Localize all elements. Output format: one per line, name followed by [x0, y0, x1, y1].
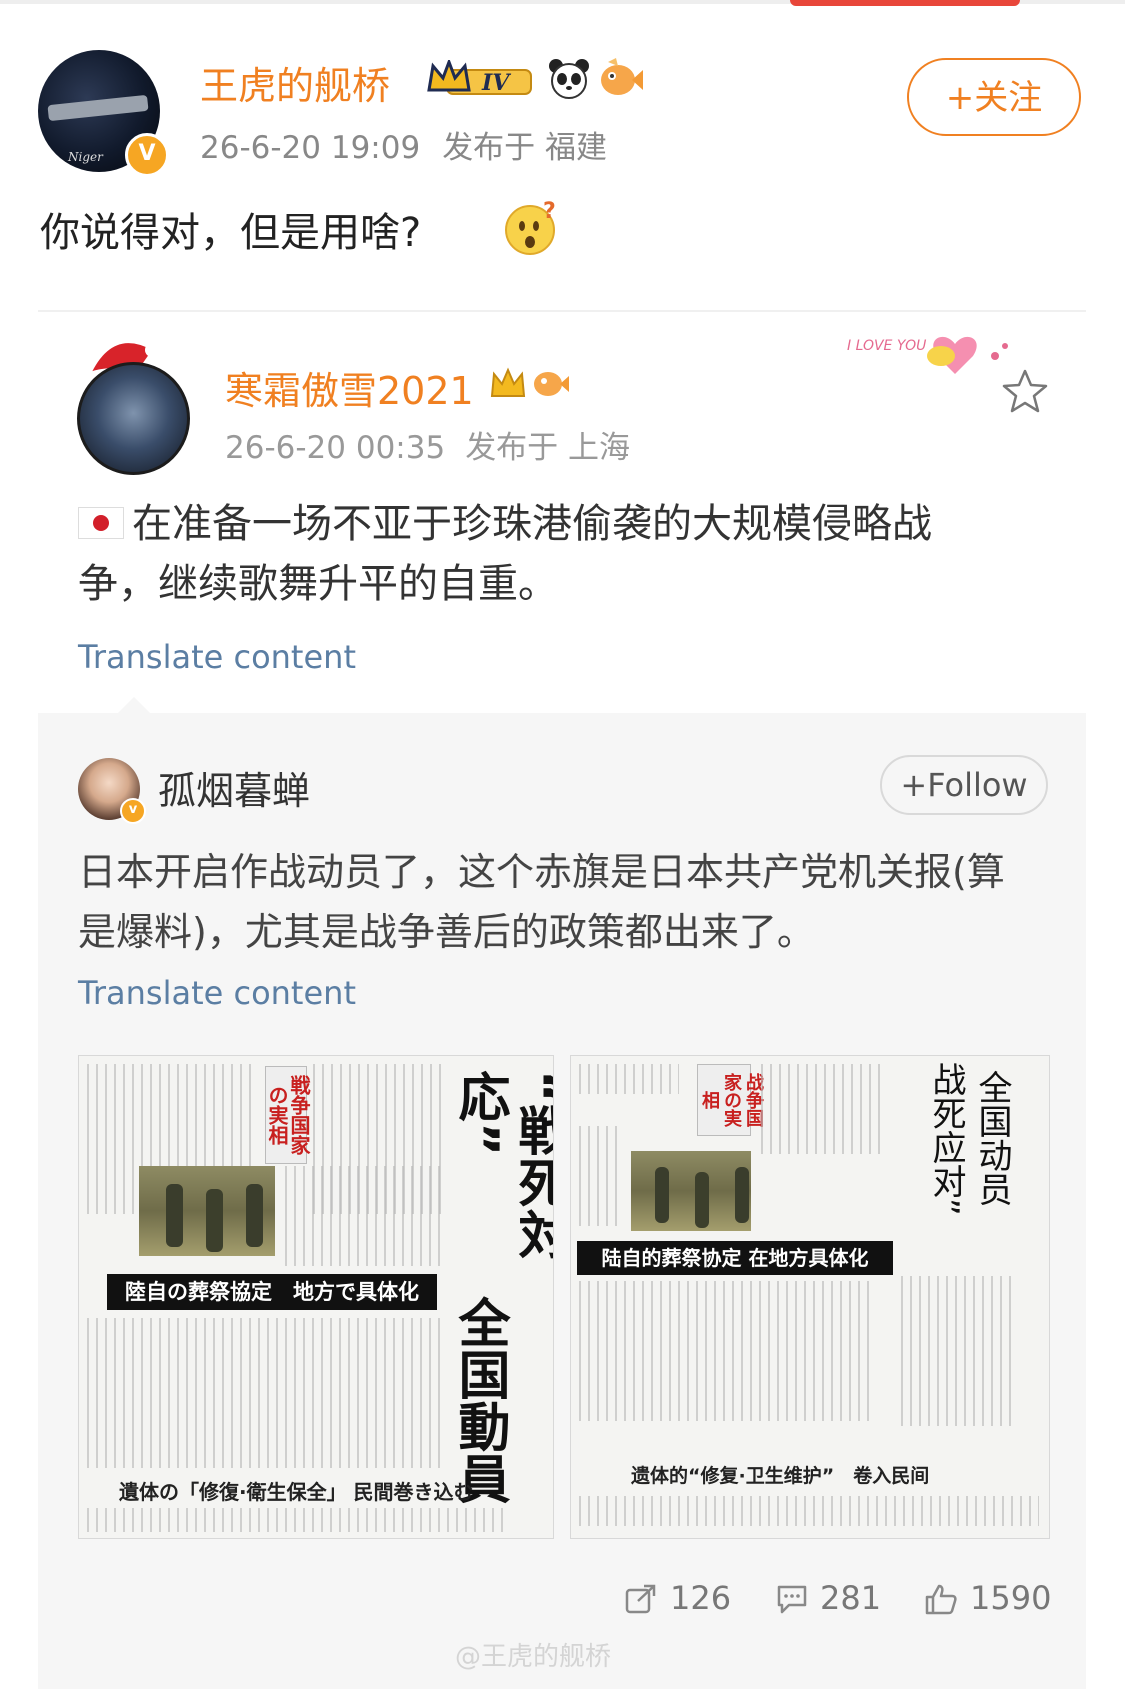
repost-translate-link[interactable]: Translate content: [78, 638, 356, 676]
post-meta: 26-6-20 19:09 发布于 福建: [200, 122, 607, 167]
quoted-text: 日本开启作战动员了，这个赤旗是日本共产党机关报(算是爆料)，尤其是战争善后的政策…: [78, 850, 1005, 954]
text-columns: [87, 1508, 507, 1532]
japan-flag-icon: [78, 507, 124, 539]
love-card-decoration: I LOVE YOU: [847, 336, 1008, 374]
vertical-headline: 战死应对”: [926, 1062, 966, 1216]
repost-count[interactable]: 126: [670, 1579, 731, 1617]
repost-meta: 26-6-20 00:35 发布于 上海: [225, 422, 630, 467]
post-timestamp: 26-6-20 19:09: [200, 130, 421, 166]
repost-location: 发布于 上海: [465, 430, 631, 466]
soldiers-photo: [139, 1166, 275, 1256]
text-columns: [87, 1318, 447, 1468]
author-name[interactable]: 王虎的舰桥: [200, 55, 390, 110]
repost-author-avatar[interactable]: [77, 362, 190, 475]
quoted-follow-button[interactable]: +Follow: [880, 755, 1048, 815]
quoted-verified-badge: v: [120, 798, 146, 824]
verified-badge: V: [125, 133, 169, 177]
panda-icon: [549, 59, 589, 99]
quoted-author-name[interactable]: 孤烟暮蝉: [158, 760, 310, 815]
soldiers-photo: [631, 1151, 751, 1231]
newspaper-caption: 遗体的“修复·卫生维护” 卷入民间: [631, 1465, 930, 1487]
text-columns: [579, 1126, 619, 1226]
top-red-indicator: [790, 0, 1020, 6]
quote-pointer: [118, 697, 150, 713]
love-deco-text: I LOVE YOU: [847, 338, 926, 354]
repost-badge-icons: [490, 367, 569, 397]
text-columns: [285, 1166, 445, 1266]
like-count[interactable]: 1590: [970, 1579, 1051, 1617]
headline-banner: 陆自的葬祭协定 在地方具体化: [577, 1241, 893, 1275]
repost-text: 在准备一场不亚于珍珠港偷袭的大规模侵略战争，继续歌舞升平的自重。: [78, 501, 932, 607]
avatar-ship-image: [47, 94, 149, 122]
comment-count[interactable]: 281: [820, 1579, 881, 1617]
text-columns: [761, 1064, 881, 1154]
repost-top-divider: [38, 310, 1086, 312]
text-columns: [901, 1276, 1011, 1426]
corner-label: 战争国家の実相: [699, 1073, 764, 1127]
corner-label-box: 战争国家の実相: [697, 1064, 764, 1136]
post-text: 你说得对，但是用啥?: [40, 210, 422, 256]
avatar-signature: Niger: [68, 150, 103, 164]
newspaper-caption: 遺体の「修復·衛生保全」 民間巻き込む: [119, 1480, 474, 1504]
text-columns: [579, 1496, 1039, 1526]
corner-label: 戦争国家の実相: [265, 1075, 311, 1155]
text-columns: [579, 1064, 679, 1094]
vertical-headline-2: 全国动员: [972, 1070, 1012, 1206]
headline-banner: 陸自の葬祭協定 地方で具体化: [107, 1274, 437, 1310]
repost-author-name[interactable]: 寒霜傲雪2021: [225, 360, 474, 415]
follow-button[interactable]: +关注: [907, 58, 1081, 136]
favorite-star-icon[interactable]: [1002, 368, 1048, 414]
level-badge-text: IV: [481, 70, 511, 96]
text-columns: [579, 1281, 869, 1421]
svg-text:?: ?: [543, 200, 556, 224]
weibo-watermark: @王虎的舰桥: [455, 1642, 612, 1672]
fish-badge-icon: [601, 58, 643, 95]
newspaper-image-translated[interactable]: 战争国家の実相 陆自的葬祭协定 在地方具体化 战死应对” 全国动员 遗体的“修复…: [570, 1055, 1050, 1539]
comment-icon[interactable]: [775, 1583, 809, 1615]
repost-timestamp: 26-6-20 00:35: [225, 430, 446, 466]
post-location: 发布于 福建: [442, 130, 608, 166]
quoted-translate-link[interactable]: Translate content: [78, 974, 356, 1012]
repost-icon[interactable]: [624, 1583, 658, 1615]
newspaper-image-original[interactable]: 戦争国家の実相 陸自の葬祭協定 地方で具体化 “戦死対応” 全国動員 遺体の「修…: [78, 1055, 554, 1539]
vip-level-badge-icon: IV: [427, 60, 532, 96]
thinking-face-emoji-icon: ?: [505, 200, 556, 255]
corner-label-box: 戦争国家の実相: [265, 1066, 311, 1164]
vertical-headline: “戦死対応”: [449, 1070, 554, 1261]
repost-text-block: 在准备一场不亚于珍珠港偷袭的大规模侵略战争，继续歌舞升平的自重。: [78, 494, 998, 614]
like-thumb-icon[interactable]: [924, 1583, 958, 1615]
